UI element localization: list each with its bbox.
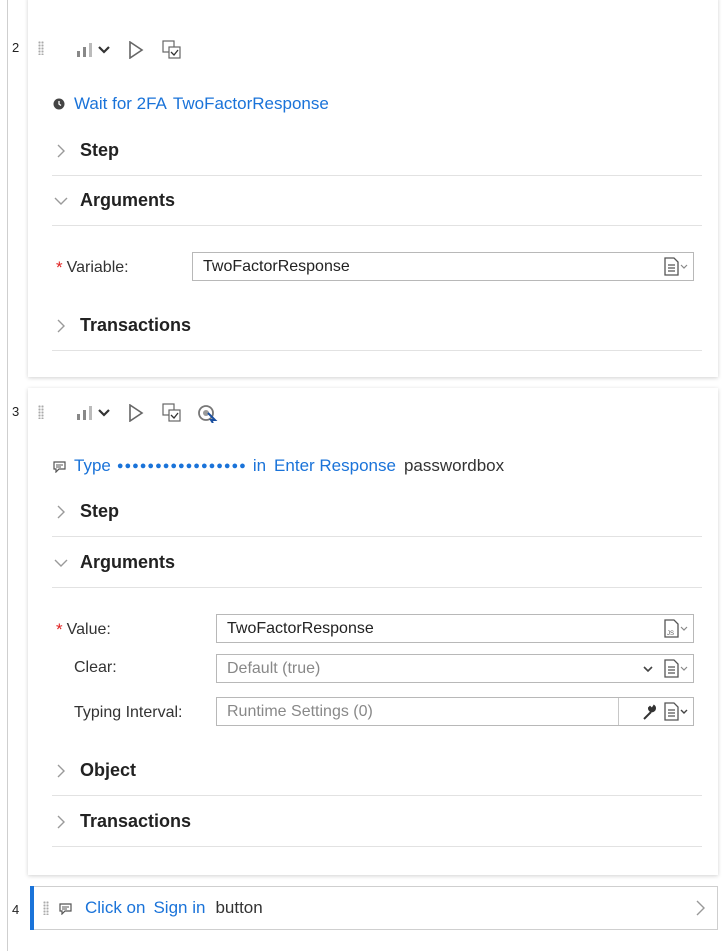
js-parameter-menu[interactable]: JS [663, 618, 689, 640]
step-preposition: in [252, 456, 267, 475]
step-number: 3 [12, 404, 20, 419]
step-title: Type ●●●●●●●●●●●●●●●●● in Enter Response… [52, 456, 504, 476]
screenshot-icon[interactable] [162, 403, 182, 423]
chevron-right-icon [52, 319, 70, 333]
field-value: Default (true) [227, 659, 321, 677]
chevron-right-icon [52, 144, 70, 158]
step-number: 4 [12, 902, 20, 917]
section-step[interactable]: Step [52, 487, 702, 537]
object-link[interactable]: Sign in [153, 898, 205, 918]
chevron-right-icon [52, 815, 70, 829]
variable-row: * Variable: [56, 258, 129, 278]
dropdown-chevron-icon[interactable] [98, 408, 110, 418]
typing-interval-field[interactable]: Runtime Settings (0) [216, 697, 694, 726]
field-label: Value: [66, 621, 111, 638]
clear-field[interactable]: Default (true) [216, 654, 694, 683]
step-action-text: Type [74, 456, 111, 475]
typing-interval-tools[interactable] [641, 701, 689, 723]
section-transactions[interactable]: Transactions [52, 797, 702, 847]
masked-value: ●●●●●●●●●●●●●●●●● [116, 460, 247, 472]
field-label: Variable: [66, 259, 129, 276]
chevron-down-icon [52, 559, 70, 567]
svg-text:JS: JS [667, 631, 674, 637]
field-value: TwoFactorResponse [227, 619, 374, 637]
selection-accent [30, 886, 34, 930]
section-label: Transactions [80, 811, 192, 831]
left-rule [7, 0, 8, 951]
section-object[interactable]: Object [52, 746, 702, 796]
field-value: TwoFactorResponse [203, 257, 350, 275]
play-icon[interactable] [128, 404, 144, 422]
bar-chart-icon[interactable] [76, 405, 94, 421]
clear-dropdown[interactable] [641, 658, 689, 680]
dropdown-chevron-icon[interactable] [98, 45, 110, 55]
drag-handle-icon[interactable] [38, 405, 44, 419]
step-title: Click on Sign in button [59, 898, 263, 918]
section-step[interactable]: Step [52, 126, 702, 176]
section-transactions[interactable]: Transactions [52, 301, 702, 351]
drag-handle-icon[interactable] [38, 41, 44, 55]
chevron-right-icon [52, 505, 70, 519]
section-label: Arguments [80, 190, 176, 210]
value-row: * Value: [56, 620, 111, 640]
step-number: 2 [12, 40, 20, 55]
field-label: Clear: [74, 659, 117, 676]
variable-link[interactable]: TwoFactorResponse [173, 94, 329, 114]
step-action-text: Wait for 2FA [74, 94, 167, 113]
object-link[interactable]: Enter Response [274, 456, 396, 476]
section-label: Step [80, 501, 120, 521]
chevron-down-icon [52, 197, 70, 205]
required-marker: * [56, 620, 63, 639]
step-row-collapsed[interactable]: Click on Sign in button [30, 886, 718, 930]
comment-icon [59, 902, 73, 915]
parameter-menu[interactable] [663, 256, 689, 278]
chevron-right-icon [52, 764, 70, 778]
section-label: Step [80, 140, 120, 160]
required-marker: * [56, 258, 63, 277]
section-label: Transactions [80, 315, 192, 335]
divider [618, 698, 619, 725]
section-arguments[interactable]: Arguments [52, 538, 702, 588]
step-toolbar [76, 403, 232, 423]
typing-interval-row: Typing Interval: [74, 704, 183, 722]
section-arguments[interactable]: Arguments [52, 176, 702, 226]
clear-row: Clear: [74, 659, 117, 677]
drag-handle-icon[interactable] [43, 901, 49, 915]
chevron-right-icon[interactable] [696, 900, 705, 921]
value-field[interactable]: TwoFactorResponse JS [216, 614, 694, 643]
bar-chart-icon[interactable] [76, 42, 94, 58]
object-spy-icon[interactable] [196, 403, 218, 423]
field-value: Runtime Settings (0) [227, 702, 373, 720]
play-icon[interactable] [128, 41, 144, 59]
object-type: button [215, 898, 263, 917]
section-label: Object [80, 760, 137, 780]
section-label: Arguments [80, 552, 176, 572]
variable-field[interactable]: TwoFactorResponse [192, 252, 694, 281]
clock-icon [52, 98, 66, 110]
comment-icon [52, 460, 66, 473]
object-type: passwordbox [403, 456, 505, 475]
step-action-text: Click on [85, 898, 146, 917]
field-label: Typing Interval: [74, 704, 183, 721]
screenshot-icon[interactable] [162, 40, 182, 60]
step-toolbar [76, 40, 196, 60]
step-title: Wait for 2FA TwoFactorResponse [52, 94, 329, 114]
